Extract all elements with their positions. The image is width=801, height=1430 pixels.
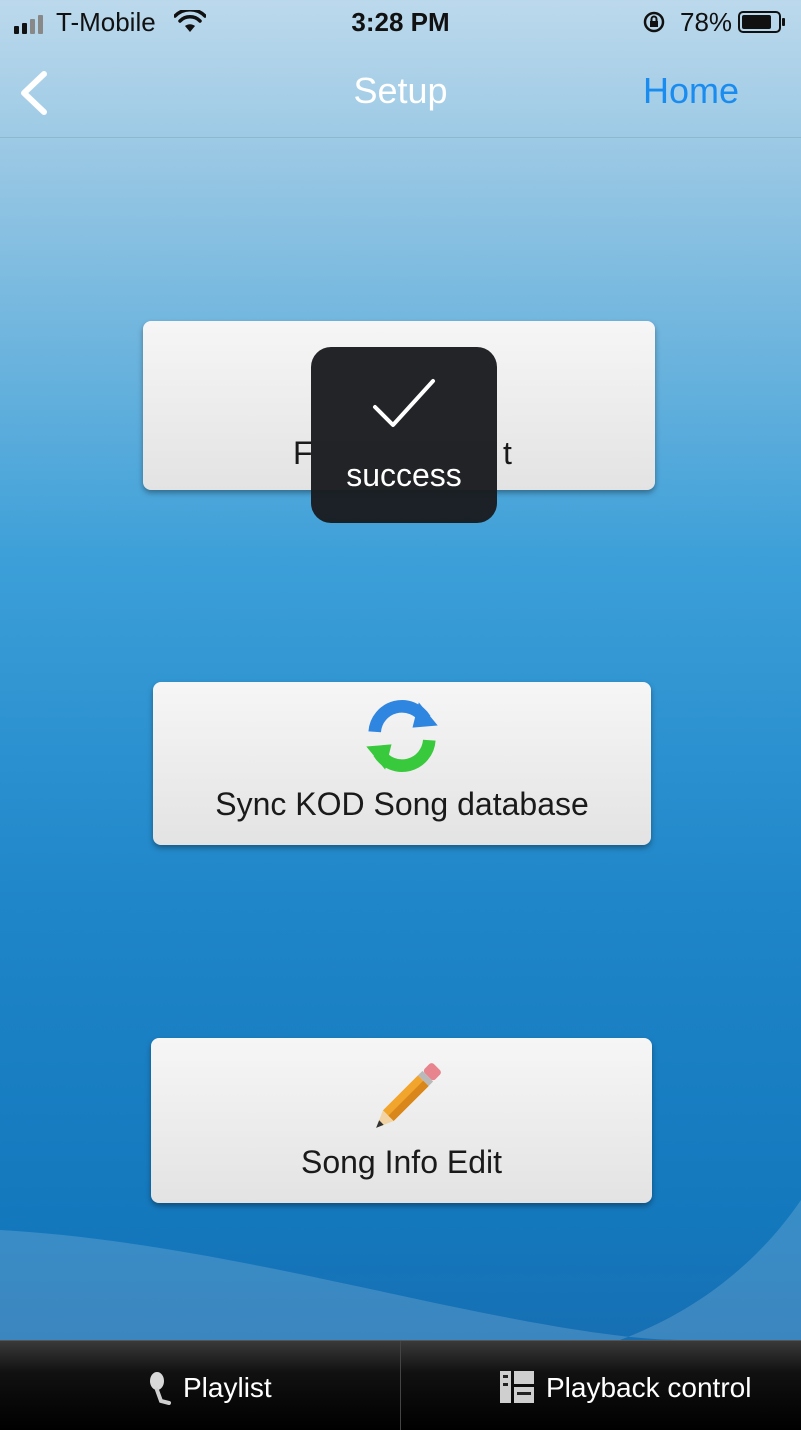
button-label-fragment-start: F: [293, 435, 313, 471]
tab-playlist-label: Playlist: [183, 1372, 272, 1403]
tab-bar: Playlist Playback control: [0, 1340, 801, 1430]
navigation-bar: Setup Home: [0, 46, 801, 138]
sync-song-database-button[interactable]: Sync KOD Song database: [153, 682, 651, 845]
orientation-lock-icon: [643, 11, 665, 33]
tab-playback-control-label: Playback control: [546, 1372, 752, 1403]
sync-button-label: Sync KOD Song database: [215, 786, 589, 822]
song-info-edit-label: Song Info Edit: [300, 1144, 503, 1180]
success-toast: success: [311, 347, 497, 523]
status-bar: T-Mobile 3:28 PM 78%: [0, 0, 801, 46]
checkmark-icon: [373, 379, 435, 427]
tab-playback-control[interactable]: Playback control: [402, 1341, 801, 1430]
home-button[interactable]: Home: [643, 70, 739, 112]
song-info-edit-button[interactable]: Song Info Edit: [151, 1038, 652, 1203]
background-wave: [0, 1200, 801, 1340]
button-label-fragment-end: t: [503, 435, 512, 471]
sync-arrows-icon: [366, 700, 438, 772]
toast-message: success: [346, 457, 462, 493]
battery-percent: 78%: [680, 7, 733, 37]
tab-playlist[interactable]: Playlist: [0, 1341, 401, 1430]
battery-icon: [738, 11, 785, 33]
microphone-icon: [150, 1372, 171, 1405]
pencil-icon: [375, 1063, 441, 1128]
playback-control-icon: [500, 1371, 534, 1403]
